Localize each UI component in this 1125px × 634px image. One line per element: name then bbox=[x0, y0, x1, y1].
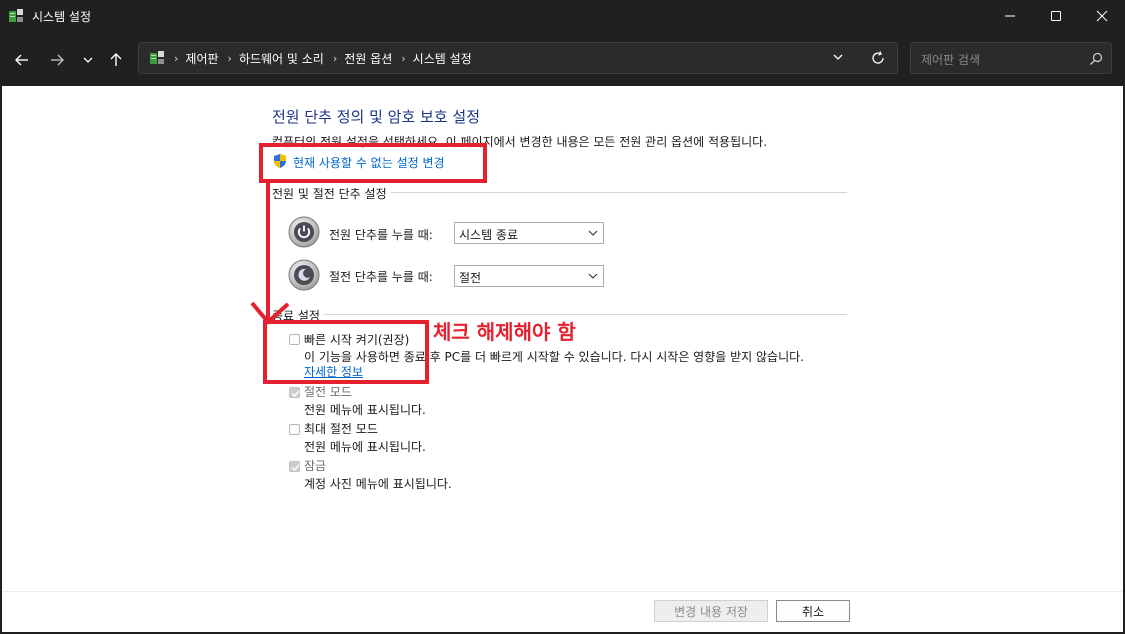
power-button-label: 전원 단추를 누를 때: bbox=[329, 228, 433, 242]
maximize-icon bbox=[1051, 11, 1061, 21]
sleep-mode-description: 전원 메뉴에 표시됩니다. bbox=[304, 403, 426, 417]
power-button-value: 시스템 종료 bbox=[459, 228, 519, 242]
sleep-mode-label: 절전 모드 bbox=[304, 385, 352, 399]
title-bar: 시스템 설정 bbox=[0, 0, 1125, 32]
address-bar[interactable]: › 제어판 › 하드웨어 및 소리 › 전원 옵션 › 시스템 설정 bbox=[138, 42, 898, 74]
search-icon bbox=[1089, 51, 1103, 70]
control-panel-small-icon bbox=[149, 50, 165, 66]
breadcrumb-item[interactable]: 하드웨어 및 소리 bbox=[239, 50, 324, 67]
minimize-button[interactable] bbox=[987, 0, 1033, 32]
maximize-button[interactable] bbox=[1033, 0, 1079, 32]
checkmark-icon bbox=[291, 464, 300, 472]
address-dropdown-icon[interactable] bbox=[831, 49, 845, 68]
breadcrumb-item[interactable]: 시스템 설정 bbox=[413, 50, 472, 67]
sleep-mode-checkbox[interactable] bbox=[289, 387, 300, 398]
close-button[interactable] bbox=[1079, 0, 1125, 32]
search-input[interactable]: 제어판 검색 bbox=[910, 42, 1112, 74]
arrow-up-icon bbox=[110, 53, 122, 66]
sleep-button-value: 절전 bbox=[459, 271, 482, 285]
breadcrumb-separator: › bbox=[174, 51, 179, 65]
chevron-down-icon bbox=[587, 227, 599, 242]
group-divider bbox=[272, 314, 847, 315]
annotation-text: 체크 해제해야 함 bbox=[433, 320, 576, 344]
chevron-down-icon bbox=[587, 270, 599, 285]
lock-checkbox[interactable] bbox=[289, 461, 300, 472]
forward-button[interactable] bbox=[43, 46, 71, 74]
sleep-button-label: 절전 단추를 누를 때: bbox=[329, 270, 433, 284]
cancel-button[interactable]: 취소 bbox=[776, 600, 850, 622]
annotation-box-admin-link bbox=[259, 143, 487, 183]
minimize-icon bbox=[1005, 15, 1015, 17]
power-group-title: 전원 및 절전 단추 설정 bbox=[272, 185, 391, 202]
window-title: 시스템 설정 bbox=[32, 10, 92, 24]
hibernate-description: 전원 메뉴에 표시됩니다. bbox=[304, 440, 426, 454]
breadcrumb-item[interactable]: 제어판 bbox=[185, 50, 218, 67]
sleep-button-icon bbox=[288, 259, 320, 291]
close-icon bbox=[1096, 10, 1108, 22]
breadcrumb: › 제어판 › 하드웨어 및 소리 › 전원 옵션 › 시스템 설정 bbox=[149, 43, 472, 73]
control-panel-icon bbox=[8, 8, 24, 24]
search-placeholder: 제어판 검색 bbox=[921, 53, 981, 67]
arrow-right-icon bbox=[51, 54, 64, 66]
content-pane: 전원 단추 정의 및 암호 보호 설정 컴퓨터의 전원 설정을 선택하세요. 이… bbox=[2, 86, 1123, 632]
breadcrumb-item[interactable]: 전원 옵션 bbox=[344, 50, 392, 67]
chevron-down-icon bbox=[83, 57, 93, 63]
breadcrumb-separator: › bbox=[227, 51, 232, 65]
breadcrumb-separator: › bbox=[401, 51, 406, 65]
breadcrumb-separator: › bbox=[332, 51, 338, 65]
recent-locations-button[interactable] bbox=[74, 46, 102, 74]
footer-divider bbox=[2, 591, 1123, 592]
checkmark-icon bbox=[291, 390, 300, 398]
annotation-box-fast-startup bbox=[263, 320, 429, 384]
lock-description: 계정 사진 메뉴에 표시됩니다. bbox=[304, 477, 452, 491]
power-button-icon bbox=[288, 216, 320, 248]
power-button-select[interactable]: 시스템 종료 bbox=[454, 222, 604, 244]
back-button[interactable] bbox=[8, 46, 36, 74]
arrow-left-icon bbox=[15, 54, 28, 66]
page-title: 전원 단추 정의 및 암호 보호 설정 bbox=[272, 108, 481, 126]
up-button[interactable] bbox=[102, 46, 130, 74]
sleep-button-select[interactable]: 절전 bbox=[454, 265, 604, 287]
hibernate-checkbox[interactable] bbox=[289, 424, 300, 435]
refresh-icon[interactable] bbox=[870, 50, 886, 70]
lock-label: 잠금 bbox=[304, 459, 327, 473]
save-changes-button[interactable]: 변경 내용 저장 bbox=[654, 600, 768, 622]
hibernate-label[interactable]: 최대 절전 모드 bbox=[304, 420, 378, 437]
